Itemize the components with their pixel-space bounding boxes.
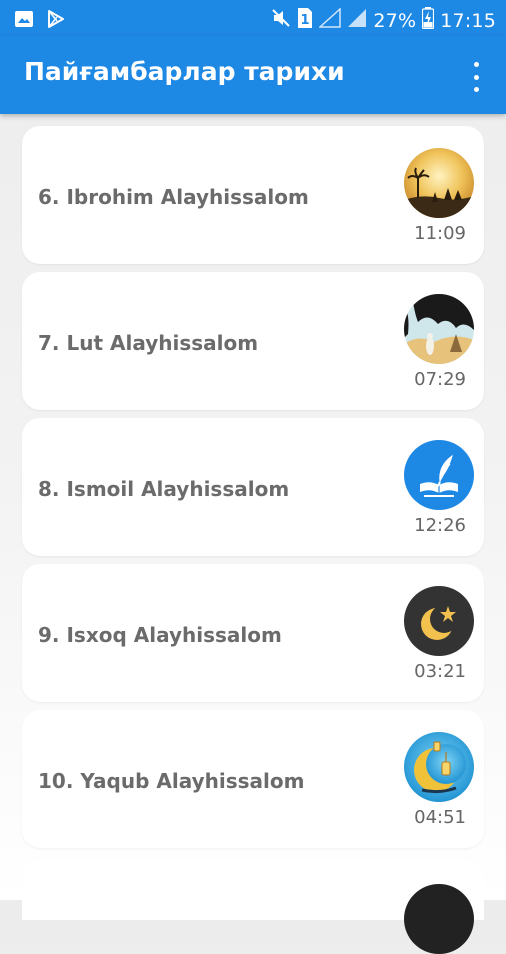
signal-empty-icon: [318, 7, 342, 34]
svg-text:1: 1: [301, 13, 310, 28]
cave-scene-icon: [404, 294, 474, 364]
gallery-notification-icon: [14, 9, 34, 34]
thumbnail-icon: [404, 884, 474, 954]
mute-icon: [271, 8, 291, 34]
list-item-title: 9. Isxoq Alayhissalom: [38, 623, 282, 647]
app-title: Пайғамбарлар тарихи: [24, 57, 345, 86]
list-item[interactable]: 10. Yaqub Alayhissalom 04:51: [22, 710, 484, 848]
desert-sunset-icon: [404, 148, 474, 218]
list-item-title: 8. Ismoil Alayhissalom: [38, 477, 290, 501]
crescent-lantern-icon: [404, 732, 474, 802]
list-item-title: 10. Yaqub Alayhissalom: [38, 769, 305, 793]
list-item[interactable]: 8. Ismoil Alayhissalom 12:26: [22, 418, 484, 556]
list-item-duration: 07:29: [414, 369, 466, 390]
list-item[interactable]: 6. Ibrohim Alayhissalom 11:09: [22, 126, 484, 264]
crescent-star-icon: [404, 586, 474, 656]
episode-list: 6. Ibrohim Alayhissalom 11:09 7. Lut Ala…: [22, 126, 484, 856]
play-store-notification-icon: [46, 9, 66, 34]
battery-percent: 27%: [373, 10, 417, 32]
clock: 17:15: [440, 10, 496, 32]
battery-charging-icon: [422, 7, 435, 35]
sim-slot-icon: 1: [297, 7, 313, 35]
status-bar: 1 27% 17:15: [0, 0, 506, 36]
list-item-duration: 11:09: [414, 223, 466, 244]
list-item-title: 7. Lut Alayhissalom: [38, 331, 259, 355]
app-bar: Пайғамбарлар тарихи: [0, 36, 506, 114]
list-item-duration: 12:26: [414, 515, 466, 536]
list-item-duration: 04:51: [414, 807, 466, 828]
more-vert-icon[interactable]: [466, 60, 486, 94]
list-item-partial[interactable]: [22, 860, 484, 954]
list-item-duration: 03:21: [414, 661, 466, 682]
list-item[interactable]: 9. Isxoq Alayhissalom 03:21: [22, 564, 484, 702]
book-quill-icon: [404, 440, 474, 510]
list-item-title: 6. Ibrohim Alayhissalom: [38, 185, 309, 209]
list-item[interactable]: 7. Lut Alayhissalom 07:29: [22, 272, 484, 410]
signal-icon: [347, 8, 367, 34]
